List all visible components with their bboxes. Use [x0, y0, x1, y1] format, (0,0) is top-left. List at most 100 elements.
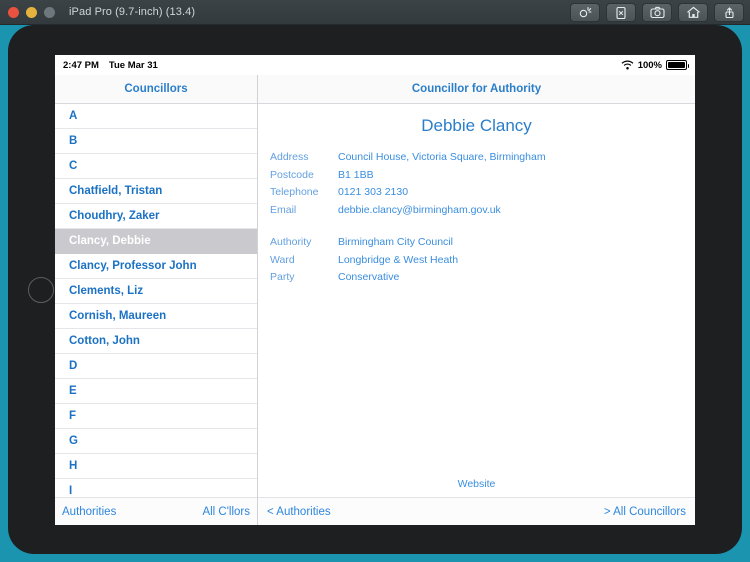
detail-navbar: Councillor for Authority: [258, 75, 695, 104]
battery-icon: [666, 60, 689, 70]
list-item[interactable]: A: [55, 104, 257, 129]
affiliation-fields: Authority Birmingham City Council Ward Long…: [270, 236, 683, 289]
share-export-icon: [725, 7, 734, 19]
status-bar-left: 2:47 PM Tue Mar 31: [63, 60, 158, 71]
wifi-icon: [621, 60, 634, 70]
list-item[interactable]: Choudhry, Zaker: [55, 204, 257, 229]
list-item[interactable]: Clements, Liz: [55, 279, 257, 304]
list-item-label: H: [69, 460, 78, 472]
list-item-label: G: [69, 435, 78, 447]
contact-fields: Address Council House, Victoria Square, B…: [270, 151, 683, 221]
detail-field-label: Authority: [270, 236, 312, 248]
simulator-toolbar: [570, 3, 744, 22]
device-home-button[interactable]: [28, 276, 54, 303]
authorities-button[interactable]: Authorities: [62, 506, 116, 518]
detail-field-value: Council House, Victoria Square, Birmingh…: [338, 151, 546, 163]
detail-field-value: Conservative: [338, 271, 400, 283]
ios-status-bar: 2:47 PM Tue Mar 31 100%: [55, 55, 695, 75]
list-item[interactable]: B: [55, 129, 257, 154]
master-nav-title: Councillors: [124, 83, 188, 95]
screenshot-camera-icon: [649, 6, 665, 19]
detail-field-row: Address Council House, Victoria Square, B…: [270, 151, 683, 169]
detail-field-value: debbie.clancy@birmingham.gov.uk: [338, 203, 501, 216]
list-item-label: A: [69, 110, 78, 122]
detail-field-row: Authority Birmingham City Council: [270, 236, 683, 254]
list-item[interactable]: Cornish, Maureen: [55, 304, 257, 329]
detail-field-value: Longbridge & West Heath: [338, 253, 459, 266]
list-item-label: C: [69, 160, 78, 172]
list-item-label: Cornish, Maureen: [69, 310, 167, 322]
list-item-label: E: [69, 385, 77, 397]
home-button-toolbar[interactable]: [678, 3, 708, 22]
rotate-device-button[interactable]: [606, 3, 636, 22]
website-link[interactable]: Website: [458, 478, 496, 490]
list-item-label: Choudhry, Zaker: [69, 210, 160, 222]
status-time: 2:47 PM: [63, 59, 99, 71]
ipad-device-body: 2:47 PM Tue Mar 31 100% Councillors A B …: [8, 25, 742, 554]
councillor-list[interactable]: A B C Chatfield, Tristan Choudhry, Zaker Clan…: [55, 104, 257, 497]
detail-field-label: Party: [270, 271, 295, 283]
list-item-label: Clancy, Debbie: [69, 235, 151, 247]
window-title: iPad Pro (9.7-inch) (13.4): [69, 6, 196, 18]
detail-field-label: Ward: [270, 253, 295, 266]
list-item[interactable]: F: [55, 404, 257, 429]
status-date: Tue Mar 31: [108, 59, 158, 71]
detail-field-label: Telephone: [270, 186, 319, 198]
list-item-label: Cotton, John: [69, 335, 140, 347]
detail-field-value: Birmingham City Council: [338, 236, 453, 248]
rotate-device-icon: [616, 6, 626, 19]
list-item[interactable]: H: [55, 454, 257, 479]
list-item[interactable]: Clancy, Debbie: [55, 229, 257, 254]
share-button[interactable]: [714, 3, 744, 22]
detail-field-row: Email debbie.clancy@birmingham.gov.uk: [270, 204, 683, 222]
list-item[interactable]: G: [55, 429, 257, 454]
screenshot-button[interactable]: [642, 3, 672, 22]
device-screen: 2:47 PM Tue Mar 31 100% Councillors A B …: [55, 55, 695, 525]
detail-pane: Councillor for Authority Debbie Clancy A…: [258, 75, 695, 525]
home-icon: [686, 6, 700, 18]
detail-field-label: Postcode: [270, 168, 314, 181]
list-item-label: Chatfield, Tristan: [69, 185, 163, 197]
detail-nav-title: Councillor for Authority: [411, 83, 542, 95]
window-controls: [8, 6, 55, 18]
master-navbar: Councillors: [55, 75, 257, 104]
list-item[interactable]: Chatfield, Tristan: [55, 179, 257, 204]
all-councillors-button[interactable]: > All Councillors: [604, 506, 686, 518]
list-item[interactable]: E: [55, 379, 257, 404]
battery-percent-label: 100%: [637, 59, 662, 71]
detail-field-label: Address: [270, 151, 309, 163]
siri-icon: [579, 6, 592, 18]
list-item[interactable]: I: [55, 479, 257, 497]
detail-body: Debbie Clancy Address Council House, Vict…: [258, 104, 695, 497]
detail-field-value: 0121 303 2130: [338, 186, 409, 198]
list-item[interactable]: D: [55, 354, 257, 379]
status-bar-right: 100%: [621, 55, 689, 75]
back-to-authorities-button[interactable]: < Authorities: [267, 506, 331, 518]
detail-field-row: Postcode B1 1BB: [270, 169, 683, 187]
zoom-button: [44, 6, 55, 18]
master-pane: Councillors A B C Chatfield, Tristan Choudhr…: [55, 75, 258, 525]
list-item[interactable]: Cotton, John: [55, 329, 257, 354]
minimize-button[interactable]: [26, 6, 37, 18]
master-toolbar: Authorities All C'llors: [55, 497, 257, 525]
list-item[interactable]: Clancy, Professor John: [55, 254, 257, 279]
all-councillors-short-button[interactable]: All C'llors: [202, 506, 250, 518]
simulator-window: iPad Pro (9.7-inch) (13.4) 2:47 PM Tue M…: [0, 0, 750, 562]
split-view: Councillors A B C Chatfield, Tristan Choudhr…: [55, 75, 695, 525]
list-item-label: Clements, Liz: [69, 285, 144, 297]
detail-field-value: B1 1BB: [338, 168, 374, 181]
detail-field-row: Ward Longbridge & West Heath: [270, 254, 683, 272]
detail-toolbar: < Authorities > All Councillors: [258, 497, 695, 525]
detail-field-label: Email: [270, 203, 297, 216]
list-item-label: Clancy, Professor John: [69, 260, 197, 272]
page-title: Debbie Clancy: [421, 116, 532, 135]
list-item-label: F: [69, 410, 77, 422]
detail-field-row: Telephone 0121 303 2130: [270, 186, 683, 204]
close-button[interactable]: [8, 6, 19, 18]
list-item-label: D: [69, 360, 78, 372]
list-item-label: I: [69, 485, 73, 497]
siri-button[interactable]: [570, 3, 600, 22]
detail-field-row: Party Conservative: [270, 271, 683, 289]
website-link-wrap: Website: [258, 478, 695, 490]
list-item[interactable]: C: [55, 154, 257, 179]
